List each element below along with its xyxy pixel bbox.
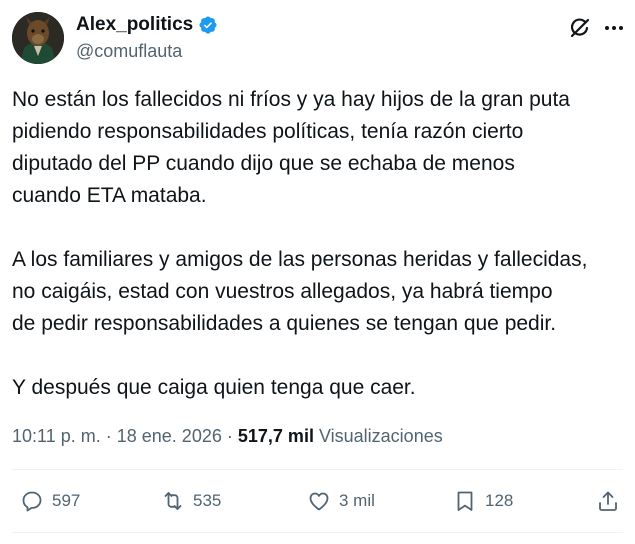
tweet-time[interactable]: 10:11 p. m. [12,426,101,446]
views-label: Visualizaciones [318,426,443,446]
grok-icon[interactable] [567,15,593,41]
author-name-text[interactable]: Alex_politics [76,13,193,37]
reply-icon [22,491,42,512]
author-handle[interactable]: @comuflauta [76,40,182,62]
repost-count: 535 [193,491,222,510]
meta-separator: · [105,426,112,446]
tweet-line: diputado del PP cuando dijo que se echab… [12,152,515,175]
tweet-text: No están los fallecidos ni fríos y ya ha… [12,84,632,404]
repost-button[interactable]: 535 [161,486,221,516]
tweet-meta: 10:11 p. m. · 18 ene. 2026 · 517,7 mil V… [12,424,443,448]
avatar[interactable] [12,12,64,64]
divider [12,469,623,470]
tweet-date[interactable]: 18 ene. 2026 [117,426,222,446]
reply-count: 597 [52,491,81,510]
divider [12,532,623,533]
views-count: 517,7 mil [237,426,314,446]
reply-button[interactable]: 597 [20,486,80,516]
tweet-line: cuando ETA mataba. [12,184,207,207]
bookmark-button[interactable]: 128 [453,486,513,516]
like-icon [309,492,329,511]
repost-icon [164,492,182,510]
more-icon[interactable] [602,16,626,40]
like-count: 3 mil [339,491,375,510]
bookmark-icon [457,491,473,511]
tweet-line: No están los fallecidos ni fríos y ya ha… [12,88,570,111]
share-button[interactable] [596,486,620,516]
tweet-line: pidiendo responsabilidades políticas, te… [12,120,524,143]
verified-badge-icon[interactable] [198,15,218,35]
share-icon [599,491,617,511]
meta-separator: · [226,426,233,446]
tweet-line: Y después que caiga quien tenga que caer… [12,376,416,399]
bookmark-count: 128 [485,491,514,510]
author-name[interactable]: Alex_politics [76,13,218,37]
like-button[interactable]: 3 mil [307,486,375,516]
tweet-line: A los familiares y amigos de las persona… [12,248,588,271]
tweet-line: no caigáis, estad con vuestros allegados… [12,280,553,303]
tweet-line: de pedir responsabilidades a quienes se … [12,312,557,335]
